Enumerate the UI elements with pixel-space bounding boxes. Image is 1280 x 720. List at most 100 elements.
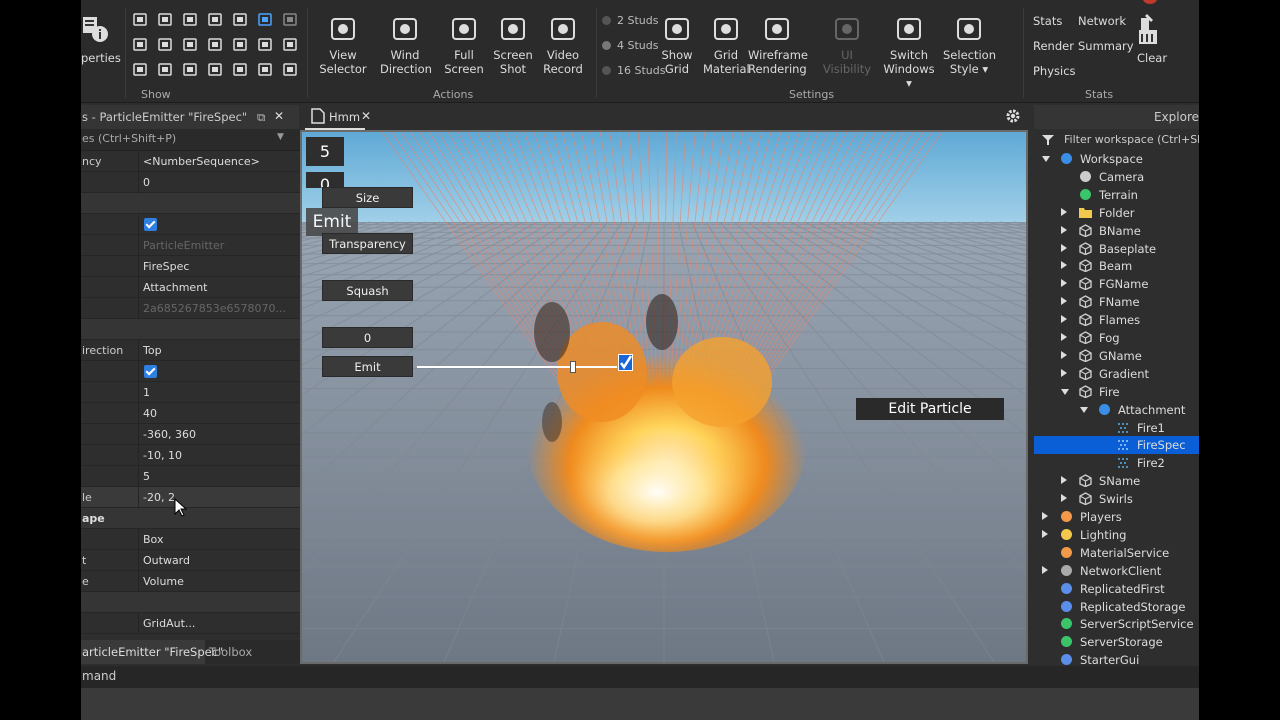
property-checkbox[interactable] <box>144 365 157 378</box>
properties-ribbon-label[interactable]: perties <box>81 51 121 65</box>
collapsed-arrow-icon[interactable] <box>1061 207 1067 216</box>
tree-item-fname[interactable]: FName <box>1034 293 1199 311</box>
property-value[interactable]: -10, 10 <box>143 449 182 462</box>
tree-item-fire2[interactable]: Fire2 <box>1034 454 1199 472</box>
collapsed-arrow-icon[interactable] <box>1061 368 1067 377</box>
filter-dropdown-icon[interactable]: ▼ <box>277 132 284 142</box>
collapsed-arrow-icon[interactable] <box>1042 565 1048 574</box>
property-value[interactable]: 40 <box>143 407 157 420</box>
studs-option[interactable]: 16 Studs <box>602 64 665 77</box>
emit-slider-track[interactable] <box>417 366 617 368</box>
emit-checkbox[interactable] <box>618 354 633 371</box>
tree-item-fgname[interactable]: FGName <box>1034 275 1199 293</box>
property-value[interactable]: -360, 360 <box>143 428 196 441</box>
find-results-icon[interactable] <box>133 63 149 77</box>
video-record-button[interactable]: Video Record <box>541 14 585 76</box>
3d-viewport[interactable]: 5 0 Emit Size Transparency Squash 0 Emit… <box>300 130 1028 664</box>
emit-slider-handle[interactable] <box>570 361 576 373</box>
view-selector-button[interactable]: View Selector <box>319 14 367 76</box>
edit-particle-button[interactable]: Edit Particle <box>856 398 1004 420</box>
collapsed-arrow-icon[interactable] <box>1042 512 1048 520</box>
stats-stats-button[interactable]: Stats <box>1033 14 1062 28</box>
wind-direction-button[interactable]: Wind Direction <box>380 14 432 76</box>
terrain-editor-icon[interactable] <box>183 13 199 27</box>
tree-item-replicatedfirst[interactable]: ReplicatedFirst <box>1034 580 1199 598</box>
tree-item-flames[interactable]: Flames <box>1034 311 1199 329</box>
command-bar-icon[interactable] <box>208 38 224 52</box>
property-value[interactable]: Volume <box>143 575 184 588</box>
full-screen-button[interactable]: Full Screen <box>444 14 484 76</box>
history-icon[interactable] <box>283 63 299 77</box>
studs-option[interactable]: 4 Studs <box>602 39 658 52</box>
switch-windows-button[interactable]: Switch Windows ▾ <box>881 14 937 90</box>
property-value[interactable]: Attachment <box>143 281 208 294</box>
properties-icon[interactable] <box>83 14 109 44</box>
expanded-arrow-icon[interactable] <box>1042 156 1050 162</box>
collapsed-arrow-icon[interactable] <box>1042 529 1048 538</box>
tree-item-startergui[interactable]: StarterGui <box>1034 651 1199 669</box>
property-value[interactable]: FireSpec <box>143 260 189 273</box>
stats-render-button[interactable]: Render <box>1033 39 1074 53</box>
tree-item-attachment[interactable]: Attachment <box>1034 401 1199 419</box>
tree-item-workspace[interactable]: Workspace <box>1034 150 1199 168</box>
expanded-arrow-icon[interactable] <box>1080 406 1088 413</box>
tree-item-baseplate[interactable]: Baseplate <box>1034 240 1199 258</box>
emit-button[interactable]: Emit <box>322 356 413 377</box>
stats-network-button[interactable]: Network <box>1078 14 1126 28</box>
toolbox-icon[interactable] <box>133 13 149 27</box>
tree-item-beam[interactable]: Beam <box>1034 257 1199 275</box>
squash-button[interactable]: Squash <box>322 280 413 301</box>
task-scheduler-icon[interactable] <box>208 63 224 77</box>
property-value[interactable]: Top <box>143 344 162 357</box>
tree-item-gname[interactable]: GName <box>1034 347 1199 365</box>
collapsed-arrow-icon[interactable] <box>1061 279 1067 288</box>
clear-icon[interactable] <box>1135 14 1165 46</box>
tree-item-swirls[interactable]: Swirls <box>1034 490 1199 508</box>
property-value[interactable]: 2a685267853e6578070... <box>143 302 286 315</box>
dock-icon[interactable]: ⧉ <box>257 110 265 125</box>
close-tab-icon[interactable]: ✕ <box>361 109 371 123</box>
tab-hmm[interactable]: Hmm <box>329 110 360 124</box>
tree-item-replicatedstorage[interactable]: ReplicatedStorage <box>1034 598 1199 616</box>
property-value[interactable]: Box <box>143 533 163 546</box>
studs-option[interactable]: 2 Studs <box>602 14 658 27</box>
property-value[interactable]: 0 <box>143 176 150 189</box>
material-manager-icon[interactable] <box>158 13 174 27</box>
collapsed-arrow-icon[interactable] <box>1061 243 1067 252</box>
tree-item-lighting[interactable]: Lighting <box>1034 526 1199 544</box>
selection-style-button[interactable]: Selection Style ▾ <box>943 14 996 76</box>
properties-window-icon[interactable] <box>158 38 174 52</box>
camera-button[interactable]: Screen Shot <box>493 14 533 76</box>
expanded-arrow-icon[interactable] <box>1061 388 1069 395</box>
tree-item-players[interactable]: Players <box>1034 508 1199 526</box>
tree-item-folder[interactable]: Folder <box>1034 204 1199 222</box>
property-value[interactable]: 5 <box>143 470 150 483</box>
asset-manager-icon[interactable] <box>208 13 224 27</box>
tree-item-terrain[interactable]: Terrain <box>1034 186 1199 204</box>
property-value[interactable]: <NumberSequence> <box>143 155 260 168</box>
value-field[interactable]: 0 <box>322 327 413 348</box>
emit-large-label[interactable]: Emit <box>306 208 358 236</box>
collapsed-arrow-icon[interactable] <box>1061 261 1067 270</box>
tree-item-fire1[interactable]: Fire1 <box>1034 419 1199 437</box>
context-help-icon[interactable] <box>158 63 174 77</box>
tab-toolbox[interactable]: Toolbox <box>209 645 252 659</box>
tag-editor-icon[interactable] <box>233 38 249 52</box>
property-value[interactable]: GridAut... <box>143 617 195 630</box>
tree-item-sname[interactable]: SName <box>1034 472 1199 490</box>
tree-item-gradient[interactable]: Gradient <box>1034 365 1199 383</box>
tree-item-bname[interactable]: BName <box>1034 222 1199 240</box>
wireframe-button[interactable]: Wireframe Rendering <box>748 14 808 76</box>
property-checkbox[interactable] <box>144 218 157 231</box>
size-button[interactable]: Size <box>322 187 413 208</box>
watch-icon[interactable] <box>258 63 274 77</box>
team-create-icon[interactable] <box>233 13 249 27</box>
close-panel-icon[interactable]: ✕ <box>274 109 284 123</box>
collaborators-icon[interactable] <box>283 13 299 27</box>
stats-summary-button[interactable]: Summary <box>1078 39 1134 53</box>
tree-item-fog[interactable]: Fog <box>1034 329 1199 347</box>
collapsed-arrow-icon[interactable] <box>1061 494 1067 503</box>
script-performance-icon[interactable] <box>283 38 299 52</box>
tree-item-serverscriptservice[interactable]: ServerScriptService <box>1034 615 1199 633</box>
call-stack-icon[interactable] <box>233 63 249 77</box>
